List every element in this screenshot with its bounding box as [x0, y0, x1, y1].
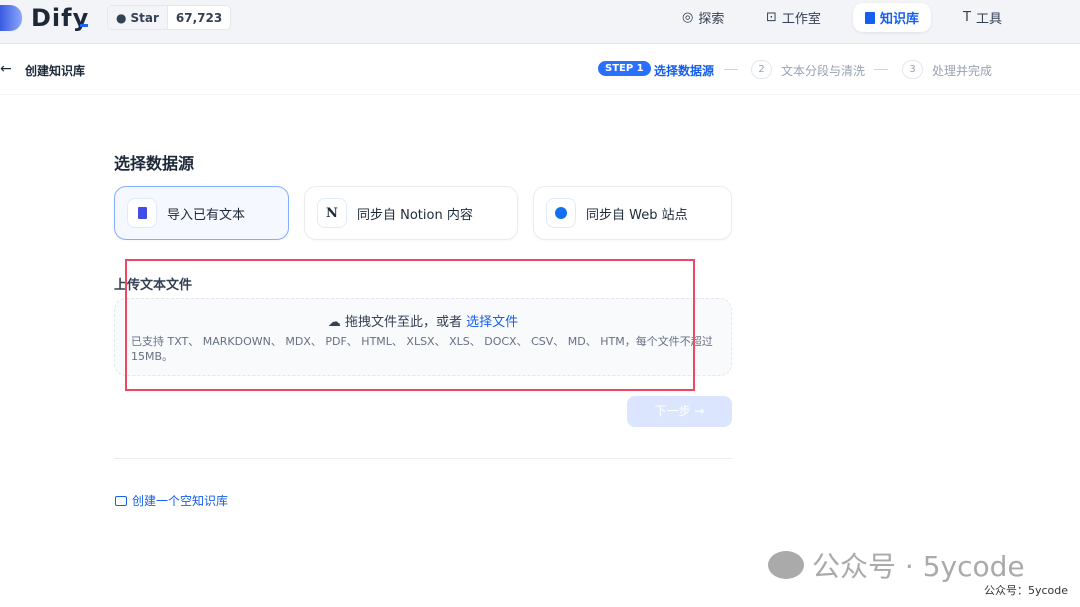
nav-label: 知识库 [880, 8, 919, 27]
nav-label: 工作室 [782, 8, 821, 27]
github-icon: ● [116, 11, 126, 25]
watermark-text: 公众号 · 5ycode [812, 545, 1025, 585]
github-star-button[interactable]: ● Star 67,723 [107, 5, 231, 30]
step2-number: 2 [751, 60, 772, 79]
logo[interactable]: Dify [31, 4, 89, 32]
nav-studio[interactable]: ⊡ 工作室 [754, 3, 833, 32]
nav-label: 探索 [698, 8, 724, 27]
nav-label: 工具 [976, 8, 1002, 27]
source-notion[interactable]: N 同步自 Notion 内容 [304, 186, 518, 240]
star-count: 67,723 [168, 6, 230, 29]
nav-explore[interactable]: ◎ 探索 [670, 3, 736, 32]
create-empty-kb-link[interactable]: 创建一个空知识库 [115, 492, 228, 509]
next-step-button[interactable]: 下一步 → [627, 396, 732, 427]
source-label: 同步自 Web 站点 [586, 204, 688, 223]
step-badge: STEP 1 [598, 61, 651, 76]
page-title: 创建知识库 [25, 62, 85, 79]
dify-logo-icon [0, 5, 22, 31]
book-icon [865, 12, 875, 24]
step3-label: 处理并完成 [932, 62, 992, 79]
compass-icon: ◎ [682, 10, 693, 25]
wechat-icon [768, 551, 804, 579]
globe-icon [546, 198, 576, 228]
source-label: 同步自 Notion 内容 [357, 204, 473, 223]
notion-icon: N [317, 198, 347, 228]
step2-label: 文本分段与清洗 [781, 62, 865, 79]
highlight-annotation-box [125, 259, 695, 391]
empty-kb-label: 创建一个空知识库 [132, 492, 228, 509]
divider [114, 458, 732, 459]
back-arrow-icon[interactable]: ← [0, 61, 12, 77]
source-file[interactable]: 导入已有文本 [114, 186, 289, 240]
watermark: 公众号 · 5ycode [768, 545, 1025, 585]
star-label: Star [130, 11, 158, 25]
step1-label: 选择数据源 [654, 62, 714, 79]
hammer-icon: T [963, 10, 971, 25]
source-web[interactable]: 同步自 Web 站点 [533, 186, 732, 240]
folder-icon [115, 496, 127, 506]
step-divider [874, 69, 888, 70]
robot-icon: ⊡ [766, 10, 777, 25]
nav-knowledge[interactable]: 知识库 [853, 3, 931, 32]
section-heading: 选择数据源 [114, 150, 194, 174]
source-label: 导入已有文本 [167, 204, 245, 223]
document-icon [127, 198, 157, 228]
watermark-small: 公众号：5ycode [984, 582, 1068, 598]
step3-number: 3 [902, 60, 923, 79]
step-divider [724, 69, 738, 70]
logo-underscore [80, 24, 88, 27]
nav-tools[interactable]: T 工具 [951, 3, 1014, 32]
